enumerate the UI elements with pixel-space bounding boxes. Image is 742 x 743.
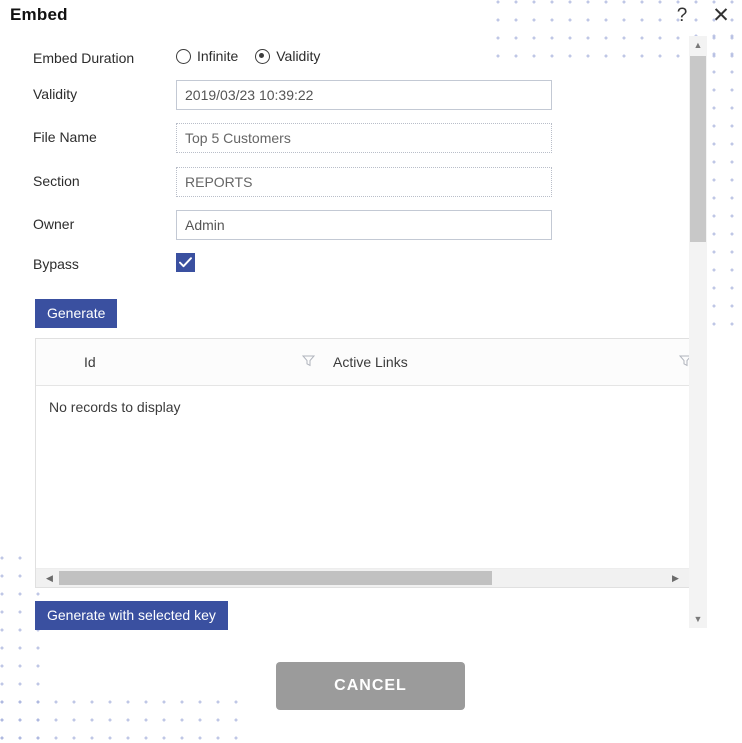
section-input[interactable] xyxy=(176,167,552,197)
cancel-button[interactable]: CANCEL xyxy=(276,662,465,710)
grid-horizontal-scrollbar[interactable]: ◀ ▶ xyxy=(36,568,689,587)
generate-with-selected-key-button[interactable]: Generate with selected key xyxy=(35,601,228,630)
filter-icon-id[interactable] xyxy=(301,353,316,368)
field-row-bypass: Bypass xyxy=(0,250,690,284)
field-row-embed-duration: Embed Duration Infinite Validity xyxy=(0,44,690,78)
field-row-section: Section xyxy=(0,167,690,201)
grid-horizontal-scrollbar-thumb[interactable] xyxy=(59,571,492,585)
label-owner: Owner xyxy=(33,216,75,232)
radio-validity-label: Validity xyxy=(276,48,321,64)
scroll-down-arrow-icon[interactable]: ▼ xyxy=(689,610,707,628)
field-row-file-name: File Name xyxy=(0,123,690,157)
scroll-up-arrow-icon[interactable]: ▲ xyxy=(689,36,707,54)
radio-infinite-label: Infinite xyxy=(197,48,239,64)
section-control xyxy=(176,167,552,197)
owner-input[interactable] xyxy=(176,210,552,240)
radio-infinite-mark xyxy=(176,48,191,64)
field-row-validity: Validity xyxy=(0,80,690,114)
owner-control xyxy=(176,210,552,240)
active-links-grid: Id Active Links No records to display ◀ … xyxy=(35,338,690,588)
dialog-title-bar: Embed ? ✕ xyxy=(0,0,742,36)
radio-infinite[interactable]: Infinite xyxy=(176,48,238,64)
generate-button[interactable]: Generate xyxy=(35,299,118,328)
radio-validity[interactable]: Validity xyxy=(255,48,320,64)
scroll-right-arrow-icon[interactable]: ▶ xyxy=(667,569,684,587)
column-header-id[interactable]: Id xyxy=(84,354,96,370)
label-section: Section xyxy=(33,173,80,189)
embed-duration-radio-group: Infinite Validity xyxy=(176,48,320,64)
validity-input[interactable] xyxy=(176,80,552,110)
bypass-checkbox[interactable] xyxy=(176,253,195,272)
dialog-vertical-scrollbar-thumb[interactable] xyxy=(690,56,706,242)
grid-empty-message: No records to display xyxy=(49,399,181,415)
label-file-name: File Name xyxy=(33,129,97,145)
check-icon xyxy=(179,257,192,268)
label-validity: Validity xyxy=(33,86,78,102)
grid-header-row: Id Active Links xyxy=(36,339,689,386)
label-bypass: Bypass xyxy=(33,256,79,272)
label-embed-duration: Embed Duration xyxy=(33,50,135,66)
column-header-active-links[interactable]: Active Links xyxy=(333,354,408,370)
embed-dialog: Embed ? ✕ Embed Duration Infinite Validi… xyxy=(0,0,742,743)
validity-control xyxy=(176,80,552,110)
dialog-title: Embed xyxy=(10,5,68,24)
file-name-control xyxy=(176,123,552,153)
field-row-owner: Owner xyxy=(0,210,690,244)
close-icon[interactable]: ✕ xyxy=(708,3,734,29)
dialog-vertical-scrollbar[interactable]: ▲ ▼ xyxy=(689,36,707,628)
file-name-input[interactable] xyxy=(176,123,552,153)
scroll-left-arrow-icon[interactable]: ◀ xyxy=(41,569,58,587)
radio-validity-mark xyxy=(255,48,271,64)
help-icon[interactable]: ? xyxy=(669,3,695,29)
